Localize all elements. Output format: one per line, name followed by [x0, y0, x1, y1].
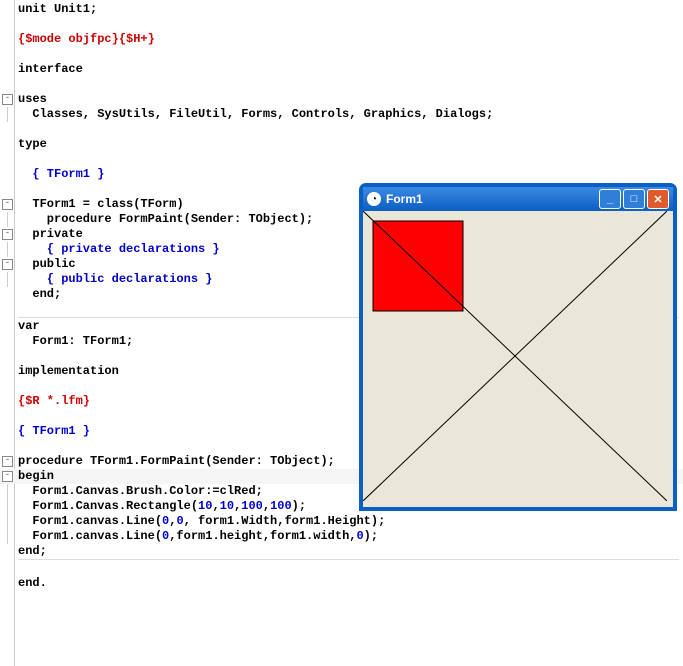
code-line: begin	[18, 469, 54, 483]
code-line: interface	[18, 62, 83, 76]
code-line: uses	[18, 92, 47, 106]
code-line: procedure FormPaint(Sender: TObject);	[18, 212, 313, 226]
code-line: {$mode objfpc}{$H+}	[18, 32, 155, 46]
code-line: procedure TForm1.FormPaint(Sender: TObje…	[18, 454, 335, 468]
canvas-drawing	[363, 211, 667, 501]
code-line: end;	[18, 287, 61, 301]
code-line: {$R *.lfm}	[18, 394, 90, 408]
form-window[interactable]: ◔ Form1 _ □ ✕	[360, 184, 676, 510]
close-button[interactable]: ✕	[647, 189, 669, 209]
code-line: end.	[18, 576, 47, 590]
code-line: Form1.Canvas.Rectangle(10,10,100,100);	[18, 499, 306, 513]
code-line: implementation	[18, 364, 119, 378]
fold-toggle[interactable]: -	[2, 199, 13, 210]
code-line: public	[18, 257, 76, 271]
fold-toggle[interactable]: -	[2, 456, 13, 467]
code-line: var	[18, 319, 40, 333]
code-line: Form1.canvas.Line(0,0, form1.Width,form1…	[18, 514, 385, 528]
code-line: { public declarations }	[18, 272, 212, 286]
form-canvas	[363, 211, 673, 507]
code-line: unit Unit1;	[18, 2, 97, 16]
code-line: type	[18, 137, 47, 151]
code-line: private	[18, 227, 83, 241]
code-line: Form1: TForm1;	[18, 334, 133, 348]
code-line: { TForm1 }	[18, 167, 104, 181]
form-titlebar[interactable]: ◔ Form1 _ □ ✕	[363, 187, 673, 211]
fold-toggle[interactable]: -	[2, 471, 13, 482]
fold-toggle[interactable]: -	[2, 259, 13, 270]
fold-toggle[interactable]: -	[2, 229, 13, 240]
code-line: TForm1 = class(TForm)	[18, 197, 184, 211]
code-line: Form1.canvas.Line(0,form1.height,form1.w…	[18, 529, 378, 543]
form-title: Form1	[386, 192, 599, 206]
code-line: end;	[18, 544, 47, 558]
code-line: { private declarations }	[18, 242, 220, 256]
fold-toggle[interactable]: -	[2, 94, 13, 105]
code-line: Classes, SysUtils, FileUtil, Forms, Cont…	[18, 107, 493, 121]
minimize-button[interactable]: _	[599, 189, 621, 209]
code-line: Form1.Canvas.Brush.Color:=clRed;	[18, 484, 263, 498]
app-icon: ◔	[367, 192, 381, 206]
maximize-button[interactable]: □	[623, 189, 645, 209]
code-line: { TForm1 }	[18, 424, 90, 438]
